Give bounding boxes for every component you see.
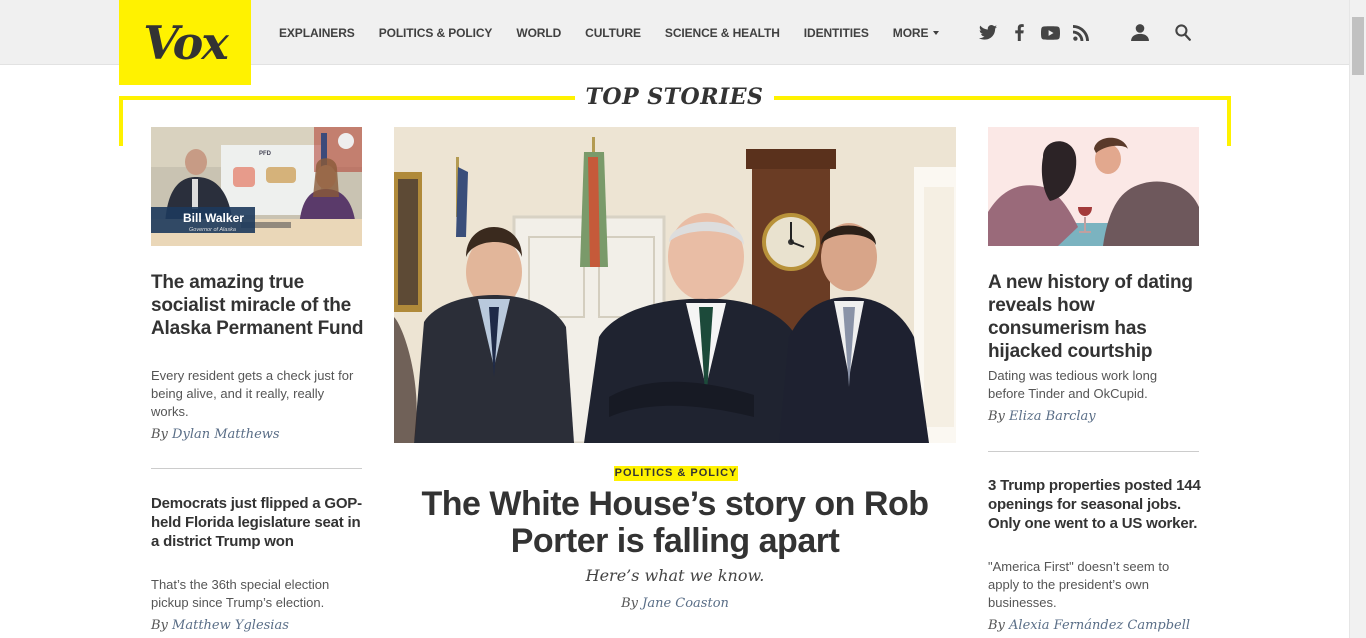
story-headline[interactable]: Democrats just flipped a GOP-held Florid… (151, 494, 366, 551)
main-story-headline[interactable]: The White House’s story on Rob Porter is… (394, 486, 956, 560)
main-story-dek: Here’s what we know. (585, 566, 765, 585)
vox-logo[interactable]: Vox (119, 0, 251, 85)
main-nav: EXPLAINERS POLITICS & POLICY WORLD CULTU… (279, 0, 963, 65)
story-byline: By Dylan Matthews (151, 427, 280, 442)
divider (151, 468, 362, 469)
scrollbar-thumb[interactable] (1352, 17, 1364, 75)
author-link[interactable]: Matthew Yglesias (172, 618, 289, 633)
logo-text: Vox (143, 15, 229, 70)
page-scrollbar[interactable] (1349, 0, 1366, 638)
story-dek: Dating was tedious work long before Tind… (988, 368, 1158, 401)
nav-politics-policy[interactable]: POLITICS & POLICY (379, 26, 493, 40)
author-link[interactable]: Eliza Barclay (1009, 409, 1096, 424)
user-icon[interactable] (1128, 21, 1152, 45)
nav-science-health[interactable]: SCIENCE & HEALTH (665, 26, 780, 40)
byline-prefix: By (151, 618, 168, 633)
author-link[interactable]: Jane Coaston (642, 596, 729, 611)
youtube-icon[interactable] (1038, 21, 1062, 45)
main-story-byline: By Jane Coaston (394, 596, 956, 611)
top-stories-frame-left-rule (119, 96, 575, 100)
story-image-alaska-fund[interactable]: Bill Walker Governor of Alaska PFD (151, 127, 362, 246)
nav-explainers[interactable]: EXPLAINERS (279, 26, 355, 40)
byline-prefix: By (988, 618, 1005, 633)
top-stories-frame-right-rule (774, 96, 1231, 100)
image-chart-label: PFD (259, 151, 272, 157)
story-byline: By Alexia Fernández Campbell (988, 618, 1190, 633)
caret-down-icon (933, 31, 940, 35)
story-dek: That’s the 36th special election pickup … (151, 577, 330, 610)
category-badge[interactable]: POLITICS & POLICY (614, 466, 738, 481)
top-stories-frame-right-edge (1227, 96, 1231, 146)
byline-prefix: By (988, 409, 1005, 424)
story-byline: By Matthew Yglesias (151, 618, 289, 633)
top-stories-frame-left-edge (119, 96, 123, 146)
byline-prefix: By (151, 427, 168, 442)
section-title: TOP STORIES (585, 84, 764, 110)
author-link[interactable]: Dylan Matthews (172, 427, 280, 442)
main-story-image[interactable] (394, 127, 956, 443)
facebook-icon[interactable] (1007, 21, 1031, 45)
story-dek: "America First" doesn’t seem to apply to… (988, 559, 1170, 610)
nav-identities[interactable]: IDENTITIES (804, 26, 869, 40)
nav-more[interactable]: MORE (893, 26, 940, 40)
byline-prefix: By (621, 596, 638, 611)
story-image-dating[interactable] (988, 127, 1199, 246)
story-dek: Every resident gets a check just for bei… (151, 368, 354, 419)
story-headline[interactable]: A new history of dating reveals how cons… (988, 271, 1203, 363)
image-caption-name: Bill Walker (183, 211, 244, 225)
rss-icon[interactable] (1069, 21, 1093, 45)
story-headline[interactable]: The amazing true socialist miracle of th… (151, 271, 366, 340)
story-byline: By Eliza Barclay (988, 409, 1096, 424)
nav-more-label: MORE (892, 25, 929, 40)
twitter-icon[interactable] (976, 21, 1000, 45)
header-icons (976, 0, 1202, 65)
divider (988, 451, 1199, 452)
search-icon[interactable] (1171, 21, 1195, 45)
author-link[interactable]: Alexia Fernández Campbell (1009, 618, 1190, 633)
image-caption-title: Governor of Alaska (189, 227, 236, 233)
nav-world[interactable]: WORLD (516, 26, 561, 40)
nav-culture[interactable]: CULTURE (585, 26, 641, 40)
story-headline[interactable]: 3 Trump properties posted 144 openings f… (988, 476, 1203, 533)
